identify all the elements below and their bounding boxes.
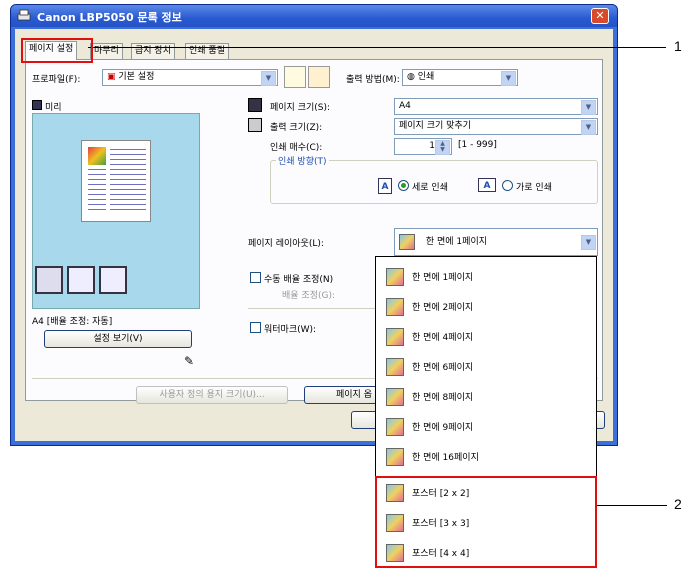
tab-paper-source[interactable]: 급지 장치 [131, 43, 175, 59]
layout-option[interactable]: 한 면에 1페이지 [378, 261, 594, 291]
portrait-radio[interactable] [398, 180, 409, 191]
restore-defaults-icon[interactable]: ✎ [184, 354, 198, 368]
edit-profile-icon[interactable] [308, 66, 330, 88]
preview-text-lines [110, 149, 146, 213]
spinner-icon[interactable]: ▲ ▼ [435, 140, 450, 155]
page-layout-label: 페이지 레이아웃(L): [248, 239, 324, 249]
output-size-label: 출력 크기(Z): [270, 123, 323, 133]
watermark-label: 워터마크(W): [264, 325, 317, 335]
manual-scaling-checkbox[interactable] [250, 272, 261, 283]
printer-view-icon[interactable] [35, 266, 63, 294]
preview-text-lines [88, 169, 106, 213]
page-layout-select[interactable]: 한 면에 1페이지 ▼ [394, 228, 598, 256]
layout-option[interactable]: 한 면에 8페이지 [378, 381, 594, 411]
layout-4up-icon [386, 328, 404, 346]
layout-option[interactable]: 한 면에 2페이지 [378, 291, 594, 321]
layout-6up-icon [386, 358, 404, 376]
settings-view-icon[interactable] [99, 266, 127, 294]
profile-select[interactable]: ▣ 기본 설정 ▼ [102, 69, 278, 86]
output-method-value: 인쇄 [417, 72, 435, 82]
copies-input[interactable]: 1 ▲ ▼ [394, 138, 452, 155]
callout-number-1: 1 [674, 38, 682, 54]
copies-label: 인쇄 매수(C): [270, 143, 323, 153]
portrait-icon: A [378, 178, 392, 194]
chevron-down-icon: ▼ [501, 71, 516, 86]
print-icon: ◍ [407, 72, 415, 82]
layout-option[interactable]: 한 면에 16페이지 [378, 441, 594, 471]
portrait-label: 세로 인쇄 [412, 183, 448, 193]
output-method-select[interactable]: ◍ 인쇄 ▼ [402, 69, 518, 86]
preview-area [32, 113, 200, 309]
landscape-icon: A [478, 178, 496, 192]
page-preview [81, 140, 151, 222]
callout-number-2: 2 [674, 496, 682, 512]
profile-label: 프로파일(F): [32, 75, 81, 85]
custom-paper-size-button[interactable]: 사용자 정의 용지 크기(U)... [136, 386, 288, 404]
chevron-down-icon: ▼ [581, 120, 596, 135]
layout-9up-icon [386, 418, 404, 436]
page-size-label: 페이지 크기(S): [270, 103, 331, 113]
tab-quality[interactable]: 인쇄 품질 [185, 43, 229, 59]
poster-options-highlight-box [375, 476, 597, 568]
preview-image [88, 147, 106, 165]
title-bar[interactable]: Canon LBP5050 문록 정보 ✕ [11, 5, 617, 27]
layout-8up-icon [386, 388, 404, 406]
layout-option[interactable]: 한 면에 4페이지 [378, 321, 594, 351]
callout-line-2 [597, 505, 667, 506]
watermark-checkbox[interactable] [250, 322, 261, 333]
page-size-icon [248, 98, 262, 112]
paper-view-icon[interactable] [67, 266, 95, 294]
preview-toggle-icon[interactable] [32, 100, 42, 110]
page-size-value: A4 [399, 101, 411, 111]
callout-line-1 [88, 47, 666, 48]
profile-value: 기본 설정 [118, 72, 155, 82]
page-size-select[interactable]: A4 ▼ [394, 98, 598, 115]
layout-16up-icon [386, 448, 404, 466]
landscape-label: 가로 인쇄 [516, 183, 552, 193]
layout-option[interactable]: 한 면에 9페이지 [378, 411, 594, 441]
scale-label: 배율 조정(G): [282, 291, 336, 301]
view-settings-button[interactable]: 설정 보기(V) [44, 330, 192, 348]
layout-2up-icon [386, 298, 404, 316]
preview-label: 미리 [45, 103, 62, 113]
output-size-value: 페이지 크기 맞추기 [399, 121, 471, 131]
profile-icon: ▣ [107, 72, 116, 82]
printer-icon [17, 9, 31, 21]
chevron-down-icon: ▼ [581, 100, 596, 115]
tab-finishing[interactable]: 마무리 [90, 43, 123, 59]
output-size-select[interactable]: 페이지 크기 맞추기 ▼ [394, 118, 598, 135]
add-profile-icon[interactable] [284, 66, 306, 88]
page-layout-value: 한 면에 1페이지 [425, 237, 488, 247]
manual-scaling-label: 수동 배율 조정(N) [264, 275, 334, 285]
copies-range: [1 - 999] [458, 140, 497, 150]
window-title: Canon LBP5050 문록 정보 [37, 11, 182, 24]
orientation-label: 인쇄 방향(T) [276, 154, 329, 167]
tab-highlight-box [21, 38, 93, 63]
output-size-icon [248, 118, 262, 132]
layout-thumbnail-icon [399, 233, 415, 250]
chevron-down-icon: ▼ [581, 235, 596, 250]
layout-option[interactable]: 한 면에 6페이지 [378, 351, 594, 381]
layout-1up-icon [386, 268, 404, 286]
close-button[interactable]: ✕ [591, 8, 609, 24]
chevron-down-icon: ▼ [261, 71, 276, 86]
output-method-label: 출력 방법(M): [346, 75, 400, 85]
preview-status: A4 [배율 조정: 자동] [32, 317, 113, 327]
landscape-radio[interactable] [502, 180, 513, 191]
